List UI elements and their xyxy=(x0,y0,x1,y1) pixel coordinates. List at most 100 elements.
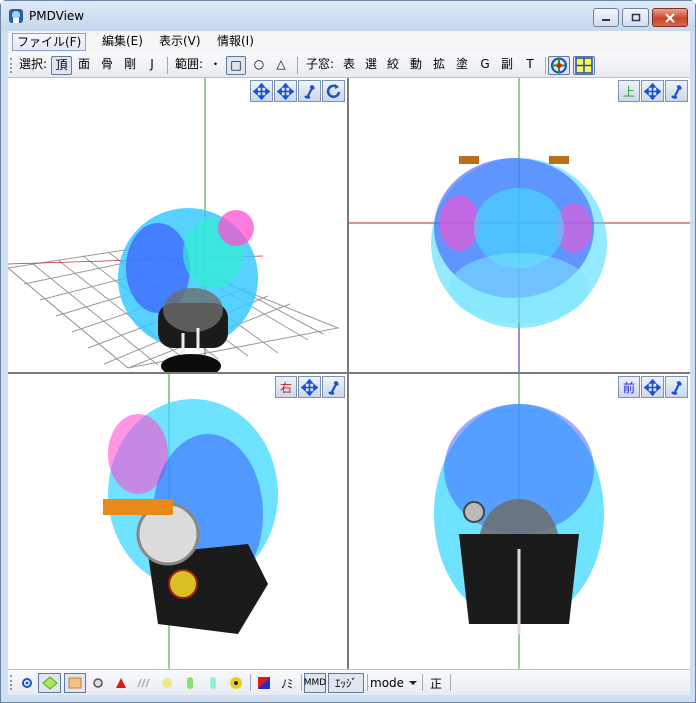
range-triangle-button[interactable]: △ xyxy=(272,56,290,75)
child-sub-button[interactable]: 副 xyxy=(498,56,516,75)
viewport-grid: 上 右 前 xyxy=(8,78,690,669)
wireframe-button[interactable] xyxy=(38,673,61,693)
axis-toggle-button[interactable] xyxy=(548,56,570,75)
yellow-shape-icon xyxy=(162,678,172,688)
zoom-arrow-icon xyxy=(328,380,339,395)
top-view-label[interactable]: 上 xyxy=(618,80,640,102)
minimize-button[interactable] xyxy=(593,8,619,27)
pan-view-button[interactable] xyxy=(641,376,664,398)
move-cross-icon xyxy=(253,82,270,100)
child-scale-button[interactable]: 拡 xyxy=(430,56,448,75)
hatch-icon xyxy=(137,678,150,688)
move-cross-icon xyxy=(644,82,661,100)
menu-bar: ファイル(F) 編集(E) 表示(V) 情報(I) xyxy=(8,31,690,53)
toolbar-grip[interactable] xyxy=(10,675,13,690)
viewport-right[interactable]: 右 xyxy=(8,374,347,669)
move-cross-icon xyxy=(301,378,318,396)
range-point-button[interactable]: ・ xyxy=(207,56,224,75)
zoom-view-button[interactable] xyxy=(665,80,688,102)
soft-display-button[interactable] xyxy=(204,673,222,693)
toolbar-separator xyxy=(450,674,451,691)
child-paint-button[interactable]: 塗 xyxy=(453,56,471,75)
toolbar-separator xyxy=(301,674,302,691)
menu-edit[interactable]: 編集(E) xyxy=(98,33,147,51)
right-view-label[interactable]: 右 xyxy=(275,376,297,398)
child-select-button[interactable]: 選 xyxy=(362,56,380,75)
zoom-view-button[interactable] xyxy=(665,376,688,398)
mint-capsule-icon xyxy=(210,677,216,689)
top-scene xyxy=(349,78,690,372)
pan-view-button[interactable] xyxy=(274,80,297,102)
child-table-button[interactable]: 表 xyxy=(340,56,358,75)
toolbar-grip[interactable] xyxy=(10,58,13,73)
vertex-display-button[interactable] xyxy=(18,673,36,693)
correct-button[interactable]: 正 xyxy=(426,673,446,693)
right-scene xyxy=(103,374,278,669)
menu-view[interactable]: 表示(V) xyxy=(155,33,205,51)
rotate-icon xyxy=(326,83,341,98)
select-rigid-button[interactable]: 剛 xyxy=(120,56,140,75)
zoom-view-button[interactable] xyxy=(298,80,321,102)
mode-label: mode xyxy=(370,676,405,690)
child-g-button[interactable]: G xyxy=(477,56,493,75)
bottom-toolbar: ﾉﾐ MMD ｴｯｼﾞ mode 正 xyxy=(8,669,690,695)
front-view-label[interactable]: 前 xyxy=(618,376,640,398)
child-t-button[interactable]: T xyxy=(522,56,538,75)
chevron-down-icon xyxy=(409,681,418,685)
maximize-button[interactable] xyxy=(622,8,649,27)
viewport-perspective[interactable] xyxy=(8,78,347,372)
range-label: 範囲: xyxy=(174,57,204,71)
zoom-arrow-icon xyxy=(671,380,682,395)
window-title: PMDView xyxy=(29,9,85,23)
mmd-button[interactable]: MMD xyxy=(304,673,326,693)
mesh-orange-icon xyxy=(68,677,82,689)
child-filter-button[interactable]: 絞 xyxy=(384,56,402,75)
rigid-display-button[interactable] xyxy=(158,673,176,693)
mode-dropdown[interactable]: mode xyxy=(370,673,418,693)
zoom-arrow-icon xyxy=(304,84,315,99)
spin-view-button[interactable] xyxy=(322,80,345,102)
character-head-top xyxy=(431,156,607,328)
ik-display-button[interactable] xyxy=(112,673,130,693)
close-button[interactable] xyxy=(652,8,688,27)
select-face-button[interactable]: 面 xyxy=(74,56,94,75)
front-view-buttons: 前 xyxy=(618,376,688,398)
radiation-button[interactable] xyxy=(227,673,245,693)
pan-view-button[interactable] xyxy=(298,376,321,398)
select-joint-button[interactable]: J xyxy=(143,56,161,75)
radiation-icon xyxy=(230,677,242,689)
viewport-front[interactable]: 前 xyxy=(349,374,690,669)
toolbar: 選択: 頂 面 骨 剛 J 範囲: ・ □ ○ △ 子窓: 表 選 絞 動 拡 … xyxy=(8,53,690,78)
material-button[interactable] xyxy=(64,673,86,693)
range-rect-button[interactable]: □ xyxy=(226,56,246,75)
title-bar[interactable]: PMDView xyxy=(1,1,695,31)
child-move-button[interactable]: 動 xyxy=(407,56,425,75)
move-cross-icon xyxy=(644,378,661,396)
four-view-button[interactable] xyxy=(573,56,595,75)
red-blue-square-icon xyxy=(258,677,270,689)
range-circle-button[interactable]: ○ xyxy=(250,56,268,75)
rotate-view-button[interactable] xyxy=(250,80,273,102)
color-swap-button[interactable] xyxy=(254,673,274,693)
toolbar-separator xyxy=(367,674,368,691)
morph-display-button[interactable] xyxy=(135,673,153,693)
edge-button[interactable]: ｴｯｼﾞ xyxy=(328,673,364,693)
noise-button[interactable]: ﾉﾐ xyxy=(276,673,298,693)
green-capsule-icon xyxy=(187,677,193,689)
axis-target-icon xyxy=(551,57,567,74)
menu-info[interactable]: 情報(I) xyxy=(213,33,258,51)
menu-file[interactable]: ファイル(F) xyxy=(12,33,87,51)
pan-view-button[interactable] xyxy=(641,80,664,102)
character-head-front xyxy=(434,404,604,634)
select-vertex-button[interactable]: 頂 xyxy=(51,56,72,75)
right-view-buttons: 右 xyxy=(275,376,345,398)
front-scene xyxy=(434,374,604,669)
zoom-view-button[interactable] xyxy=(322,376,345,398)
app-icon xyxy=(9,9,23,23)
viewport-top[interactable]: 上 xyxy=(349,78,690,372)
perspective-scene xyxy=(8,78,340,372)
bone-display-button[interactable] xyxy=(89,673,107,693)
toolbar-separator xyxy=(422,674,423,691)
select-bone-button[interactable]: 骨 xyxy=(97,56,117,75)
joint-display-button[interactable] xyxy=(181,673,199,693)
